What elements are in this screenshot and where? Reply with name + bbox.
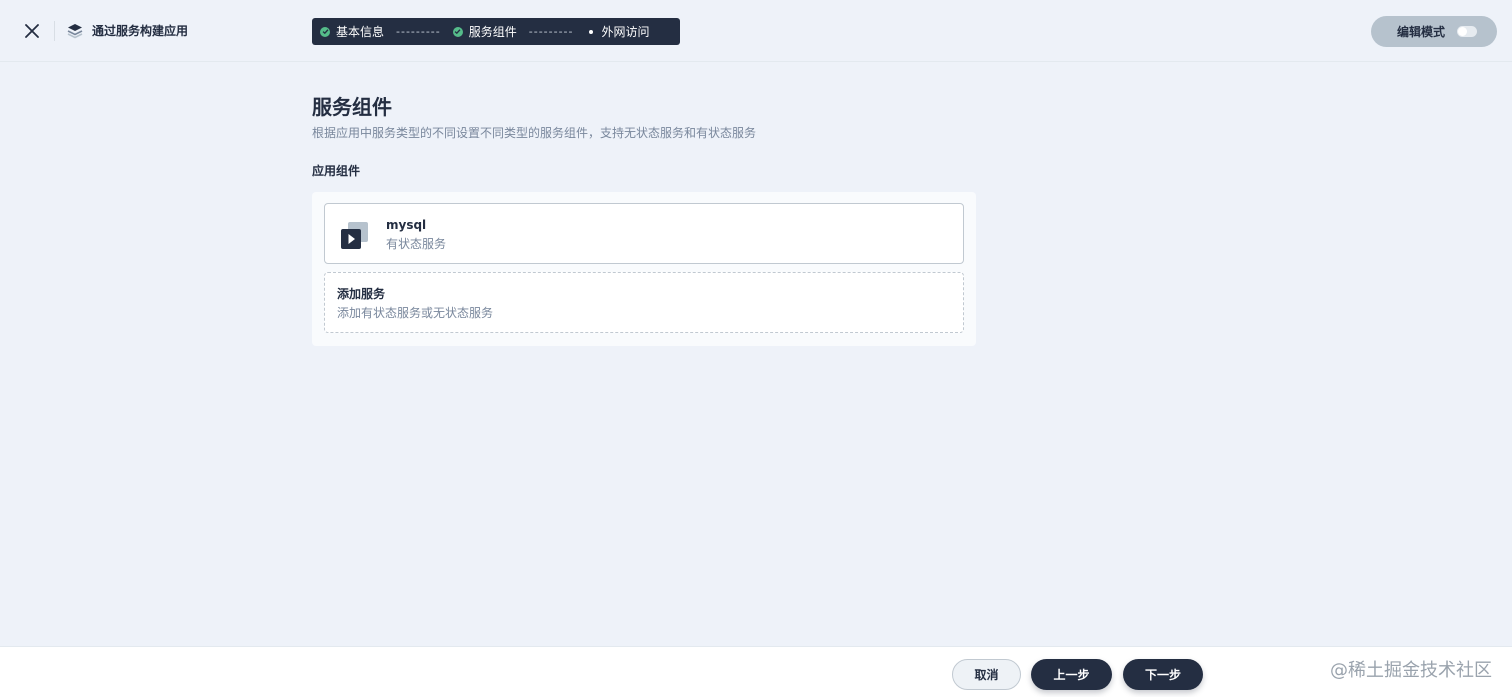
app-title: 通过服务构建应用 (92, 24, 189, 38)
stateful-service-icon (341, 222, 368, 249)
wizard-stepper: 基本信息 --------- 服务组件 --------- 外网访问 (312, 18, 680, 45)
service-card-mysql[interactable]: mysql 有状态服务 (324, 203, 964, 264)
previous-step-button[interactable]: 上一步 (1031, 659, 1112, 690)
watermark: @稀土掘金技术社区 (1330, 660, 1492, 681)
check-circle-icon (452, 26, 463, 37)
step-separator: --------- (528, 25, 574, 38)
next-step-button[interactable]: 下一步 (1123, 659, 1203, 690)
top-bar: 通过服务构建应用 基本信息 --------- 服务组件 --------- 外… (0, 0, 1512, 62)
add-service-description: 添加有状态服务或无状态服务 (337, 306, 494, 320)
toggle-knob (1458, 27, 1467, 36)
section-label: 应用组件 (312, 164, 361, 178)
components-panel: mysql 有状态服务 添加服务 添加有状态服务或无状态服务 (312, 192, 976, 346)
current-step-dot-icon (588, 29, 593, 34)
step-label: 外网访问 (601, 25, 650, 39)
app-layers-icon (67, 24, 83, 39)
add-service-button[interactable]: 添加服务 添加有状态服务或无状态服务 (324, 272, 964, 333)
step-separator: --------- (396, 25, 441, 38)
cancel-button[interactable]: 取消 (952, 659, 1021, 690)
service-name: mysql (386, 218, 427, 232)
step-external-access[interactable]: 外网访问 (586, 23, 650, 40)
step-service-components[interactable]: 服务组件 (452, 23, 517, 40)
check-circle-icon (320, 26, 330, 37)
edit-mode-label: 编辑模式 (1397, 25, 1446, 39)
step-basic-info[interactable]: 基本信息 (320, 23, 384, 40)
edit-mode-toggle[interactable]: 编辑模式 (1371, 16, 1497, 47)
footer-bar: 取消 上一步 下一步 @稀土掘金技术社区 (0, 646, 1512, 697)
close-icon (25, 24, 39, 38)
close-button[interactable] (21, 20, 43, 42)
service-type: 有状态服务 (386, 237, 447, 251)
toggle-switch[interactable] (1457, 26, 1477, 37)
page-title: 服务组件 (312, 95, 392, 119)
page-description: 根据应用中服务类型的不同设置不同类型的服务组件，支持无状态服务和有状态服务 (312, 126, 757, 140)
step-label: 基本信息 (336, 25, 385, 39)
add-service-title: 添加服务 (337, 287, 386, 301)
step-label: 服务组件 (468, 25, 517, 39)
header-divider (54, 21, 55, 41)
